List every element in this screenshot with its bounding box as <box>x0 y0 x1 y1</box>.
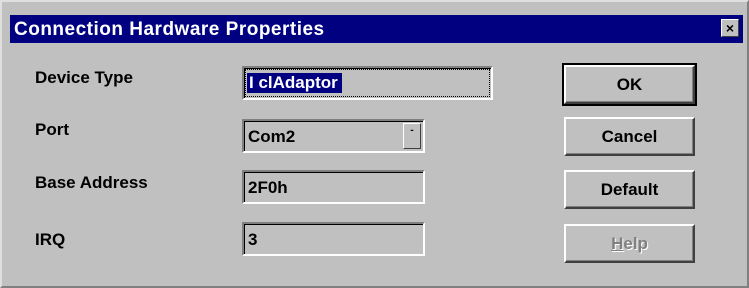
default-button[interactable]: Default <box>564 170 695 209</box>
help-mnemonic: H <box>611 233 624 253</box>
window-title: Connection Hardware Properties <box>14 19 325 40</box>
irq-label: IRQ <box>35 230 66 249</box>
device-type-field[interactable]: I clAdaptor <box>242 66 493 100</box>
irq-field[interactable]: 3 <box>242 222 425 256</box>
connection-hardware-properties-dialog: Connection Hardware Properties × Device … <box>0 0 749 288</box>
base-address-field[interactable]: 2F0h <box>242 170 425 204</box>
cancel-button[interactable]: Cancel <box>564 117 695 156</box>
ok-button-label: OK <box>616 74 643 94</box>
help-button-label: Help <box>611 234 648 254</box>
ok-button[interactable]: OK <box>562 63 697 106</box>
irq-value: 3 <box>248 230 258 249</box>
close-icon: × <box>725 20 735 36</box>
base-address-label: Base Address <box>35 173 148 192</box>
base-address-value: 2F0h <box>248 178 288 197</box>
port-label: Port <box>35 120 69 139</box>
port-select[interactable]: Com2 - <box>242 119 425 153</box>
close-button[interactable]: × <box>721 19 739 37</box>
dropdown-arrow-icon[interactable]: - <box>403 123 421 149</box>
help-button[interactable]: Help <box>564 224 695 263</box>
device-type-value: I clAdaptor <box>247 73 342 93</box>
device-type-label: Device Type <box>35 68 133 87</box>
port-value: Com2 <box>248 127 296 146</box>
default-button-label: Default <box>600 179 659 199</box>
title-bar[interactable]: Connection Hardware Properties × <box>10 15 743 43</box>
cancel-button-label: Cancel <box>601 126 658 146</box>
help-label-rest: elp <box>623 233 648 253</box>
